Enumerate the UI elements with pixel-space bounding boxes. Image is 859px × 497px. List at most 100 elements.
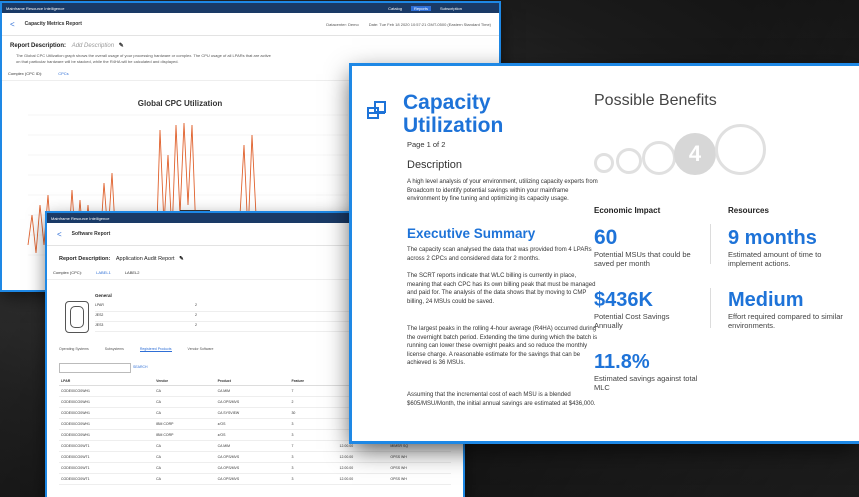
cost-value: $436K xyxy=(594,289,653,311)
complex-label: Complex (CPC ID): xyxy=(8,71,43,76)
table-cell: 3 xyxy=(289,462,338,474)
table-cell: CA OPS/MVS xyxy=(215,396,290,408)
report-description-label: Report Description: xyxy=(59,256,111,262)
tab-label1[interactable]: LABEL1 xyxy=(96,270,111,275)
table-cell: 7 xyxy=(289,440,338,452)
table-row[interactable]: CODE00CO0WT1 CA CA OPS/MVS 3 12.00.00 OPSS WH xyxy=(59,473,451,485)
subtab-registered-products[interactable]: Registered Products xyxy=(139,347,172,352)
table-cell: CA MIM xyxy=(215,385,290,397)
table-cell: CODE00CO0WH1 xyxy=(59,429,155,441)
table-cell: CA MIM xyxy=(215,440,290,452)
capacity-title: Capacity Utilization xyxy=(403,91,504,137)
page-indicator: Page 1 of 2 xyxy=(407,140,446,149)
time-value: 9 months xyxy=(728,227,817,249)
effort-metric: Medium Effort required compared to simil… xyxy=(728,288,853,330)
effort-value: Medium xyxy=(728,289,804,311)
general-row: LPAR 2 xyxy=(95,303,385,312)
nav-catalog[interactable]: Catalog xyxy=(385,6,405,11)
tab-label2[interactable]: LABEL2 xyxy=(125,270,140,275)
msu-caption: Potential MSUs that could be saved per m… xyxy=(594,250,691,268)
table-cell: 12.00.00 xyxy=(337,462,389,474)
table-cell: OPSS WH xyxy=(388,462,451,474)
pct-caption: Estimated savings against total MLC xyxy=(594,374,698,392)
general-row: JES3 2 xyxy=(95,323,385,332)
tab-cpcs[interactable]: CPCs xyxy=(58,71,68,76)
rating-circle-2 xyxy=(616,148,642,174)
economic-impact-heading: Economic Impact xyxy=(594,206,661,215)
rating-circle-4: 4 xyxy=(674,133,716,175)
table-cell: CA xyxy=(154,407,216,419)
report-description-text: The Global CPC Utilization graph shows t… xyxy=(16,53,271,64)
table-cell: CODE00CO0WT1 xyxy=(59,462,155,474)
time-caption: Estimated amount of time to implement ac… xyxy=(728,250,822,268)
table-cell: CODE00CO0WH1 xyxy=(59,407,155,419)
table-cell: z/OS xyxy=(215,418,290,430)
rating-circle-5 xyxy=(715,124,766,175)
exec-paragraph: The SCRT reports indicate that WLC billi… xyxy=(407,273,596,305)
table-cell: 2 xyxy=(289,396,338,408)
msu-value: 60 xyxy=(594,226,618,249)
executive-summary-heading: Executive Summary xyxy=(407,226,536,241)
general-panel: General LPAR 2 JES2 2 JES3 2 xyxy=(59,293,389,341)
hardware-icon xyxy=(65,301,89,333)
subtab-subsystems[interactable]: Subsystems xyxy=(105,347,124,352)
table-cell: 3 xyxy=(289,418,338,430)
table-row[interactable]: CODE00CO0WT1 CA CA OPS/MVS 3 12.00.00 OPSS WH xyxy=(59,451,451,463)
table-cell: CA OPS/MVS xyxy=(215,451,290,463)
resources-heading: Resources xyxy=(728,206,769,215)
table-cell: CA xyxy=(154,385,216,397)
table-cell: MIMSR SQ xyxy=(388,440,451,452)
implementation-time-metric: 9 months Estimated amount of time to imp… xyxy=(728,226,853,268)
software-subtabs: Operating Systems Subsystems Registered … xyxy=(59,347,213,352)
search-button[interactable]: SEARCH xyxy=(133,365,148,369)
report-description-value[interactable]: Application Audit Report xyxy=(116,256,175,262)
subtab-vendor-software[interactable]: Vendor Software xyxy=(188,347,214,352)
table-cell: CODE00CO0WH1 xyxy=(59,385,155,397)
back-icon[interactable]: < xyxy=(10,20,15,29)
table-cell: 3 xyxy=(289,429,338,441)
table-cell: CA xyxy=(154,440,216,452)
table-row[interactable]: CODE00CO0WT1 CA CA MIM 7 12.00.00 MIMSR SQ xyxy=(59,440,451,452)
description-text: A high level analysis of your environmen… xyxy=(407,179,598,202)
top-nav: Catalog Reports Subscription xyxy=(385,5,465,11)
table-cell: CA xyxy=(154,396,216,408)
capacity-grid-icon xyxy=(367,101,386,119)
report-header: < Capacity Metrics Report Datacenter: De… xyxy=(2,13,499,36)
msu-savings-metric: 60 Potential MSUs that could be saved pe… xyxy=(594,226,699,268)
general-title: General xyxy=(95,293,112,298)
table-cell: 7 xyxy=(289,385,338,397)
divider xyxy=(710,224,711,264)
nav-reports[interactable]: Reports xyxy=(410,5,431,11)
table-cell: CODE00CO0WH1 xyxy=(59,396,155,408)
table-cell: CODE00CO0WH1 xyxy=(59,418,155,430)
pct-value: 11.8% xyxy=(594,351,650,373)
table-cell: CODE00CO0WT1 xyxy=(59,451,155,463)
add-description-input[interactable]: Add Description xyxy=(72,43,114,49)
back-icon[interactable]: < xyxy=(57,230,62,239)
table-cell: CODE00CO0WT1 xyxy=(59,440,155,452)
table-cell: 12.00.00 xyxy=(337,440,389,452)
table-cell: 30 xyxy=(289,407,338,419)
pencil-icon[interactable]: ✎ xyxy=(179,256,184,262)
table-cell: CA OPS/MVS xyxy=(215,462,290,474)
app-brand: Mainframe Resource Intelligence xyxy=(6,5,65,11)
report-description-label: Report Description: xyxy=(10,43,67,49)
table-row[interactable]: CODE00CO0WT1 CA CA OPS/MVS 3 12.00.00 OPSS WH xyxy=(59,462,451,474)
description-heading: Description xyxy=(407,159,463,171)
top-nav-bar: Mainframe Resource Intelligence Catalog … xyxy=(2,3,499,13)
table-cell: CA xyxy=(154,462,216,474)
nav-subscription[interactable]: Subscription xyxy=(437,6,465,11)
table-cell: IBM CORP xyxy=(154,429,216,441)
table-cell: CA xyxy=(154,473,216,485)
table-cell: OPSS WH xyxy=(388,451,451,463)
table-cell: CA SYSVIEW xyxy=(215,407,290,419)
table-cell: CA OPS/MVS xyxy=(215,473,290,485)
search-input[interactable] xyxy=(59,363,131,373)
report-description-row: Report Description: Add Description ✎ xyxy=(2,36,499,51)
rating-circle-3 xyxy=(642,141,676,175)
table-cell: 12.00.00 xyxy=(337,473,389,485)
cost-caption: Potential Cost Savings Annually xyxy=(594,312,670,330)
pencil-icon[interactable]: ✎ xyxy=(119,43,124,49)
subtab-operating-systems[interactable]: Operating Systems xyxy=(59,347,89,352)
exec-paragraph: The capacity scan analysed the data that… xyxy=(407,247,592,262)
